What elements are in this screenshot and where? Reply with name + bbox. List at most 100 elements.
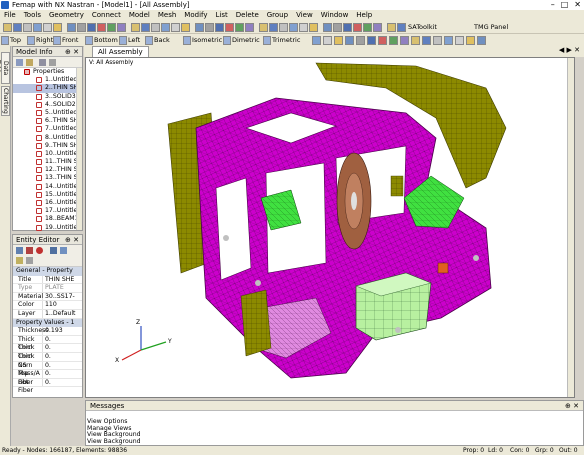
toolbar-icon[interactable] <box>43 23 52 32</box>
tree-item-property[interactable]: 10..Untitlec <box>13 150 82 158</box>
tree-item-property[interactable]: 14..Untitlec <box>13 183 82 191</box>
entity-row[interactable]: Thick Corn 0. <box>13 335 82 351</box>
menu-help[interactable]: Help <box>356 10 372 21</box>
entity-row[interactable]: Thick Corn 0. <box>13 344 82 360</box>
menu-connect[interactable]: Connect <box>92 10 121 21</box>
toolbar-icon[interactable] <box>343 23 352 32</box>
toolbar-icon[interactable] <box>466 36 475 45</box>
toolbar-icon[interactable] <box>13 23 22 32</box>
toolbar-icon[interactable] <box>378 36 387 45</box>
model-info-tool-icon[interactable] <box>49 59 56 66</box>
tree-item-property[interactable]: 3..SOLID3 <box>13 93 82 101</box>
toolbar-icon[interactable] <box>400 36 409 45</box>
toolbar-icon[interactable] <box>195 23 204 32</box>
model-info-tool-icon[interactable] <box>26 59 33 66</box>
entity-tool-icon[interactable] <box>36 247 43 254</box>
toolbar-icon[interactable] <box>225 23 234 32</box>
toolbar-icon[interactable] <box>161 23 170 32</box>
menu-model[interactable]: Model <box>129 10 150 21</box>
entity-row-value[interactable]: 0. <box>43 370 82 378</box>
tree-item-property[interactable]: 9..THIN SH <box>13 142 82 150</box>
toolbar-icon[interactable] <box>444 36 453 45</box>
menu-list[interactable]: List <box>216 10 228 21</box>
entity-row[interactable]: Thickness 0.193 <box>13 327 82 336</box>
menu-view[interactable]: View <box>296 10 313 21</box>
entity-row[interactable]: Type PLATE <box>13 284 82 293</box>
tree-item-property[interactable]: 4..SOLID2 <box>13 101 82 109</box>
toolbar-icon[interactable] <box>309 23 318 32</box>
model-info-tool-icon[interactable] <box>39 59 46 66</box>
close-icon[interactable]: ✕ <box>574 0 581 10</box>
entity-row-value[interactable]: 30..SS17- <box>43 293 82 301</box>
tree-item-property[interactable]: 11..THIN S <box>13 158 82 166</box>
tree-item-property[interactable]: 18..BEAM1 <box>13 215 82 223</box>
toolbar-icon[interactable] <box>97 23 106 32</box>
entity-tool-icon[interactable] <box>26 257 33 264</box>
tmg-panel-button[interactable]: TMG Panel <box>474 22 508 33</box>
tree-item-property[interactable]: 8..Untitled <box>13 134 82 142</box>
toolbar-icon[interactable] <box>259 23 268 32</box>
entity-section-header[interactable]: General - Property <box>13 267 82 276</box>
toolbar-icon[interactable] <box>477 36 486 45</box>
toolbar-icon[interactable] <box>333 23 342 32</box>
tree-item-property[interactable]: 7..Untitled <box>13 125 82 133</box>
tree-scrollbar[interactable] <box>76 68 82 230</box>
entity-row[interactable]: Material 30..SS17- <box>13 292 82 302</box>
toolbar-icon[interactable] <box>323 36 332 45</box>
entity-tool-icon[interactable] <box>50 247 57 254</box>
tree-item-property[interactable]: 1..Untitled <box>13 76 82 84</box>
toolbar-icon[interactable] <box>245 23 254 32</box>
entity-row[interactable]: Title THIN SHE <box>13 275 82 285</box>
entity-tool-icon[interactable] <box>60 247 67 254</box>
entity-row-value[interactable]: 0. <box>43 344 82 352</box>
toolbar-icon[interactable] <box>312 36 321 45</box>
toolbar-icon[interactable] <box>356 36 365 45</box>
tree-item-property[interactable]: 19..Untitlec <box>13 224 82 232</box>
entity-row-value[interactable]: 1..Default <box>43 310 82 318</box>
entity-row-value[interactable]: 0. <box>43 353 82 361</box>
entity-section-header[interactable]: Property Values - 1 <box>13 318 82 328</box>
toolbar-icon[interactable] <box>77 23 86 32</box>
menu-geometry[interactable]: Geometry <box>49 10 84 21</box>
entity-row-value[interactable]: 0. <box>43 362 82 370</box>
toolbar-icon[interactable] <box>373 23 382 32</box>
toolbar-icon[interactable] <box>345 36 354 45</box>
toolbar-icon[interactable] <box>33 23 42 32</box>
side-tab-data-table[interactable]: Data Table <box>0 52 10 84</box>
view-dimetric-button[interactable]: Dimetric <box>232 35 260 46</box>
toolbar-icon[interactable] <box>279 23 288 32</box>
toolbar-icon[interactable] <box>433 36 442 45</box>
menu-file[interactable]: File <box>4 10 16 21</box>
satoolkit-button[interactable]: SAToolkit <box>408 22 437 33</box>
tree-root-properties[interactable]: Properties <box>13 68 82 76</box>
menu-delete[interactable]: Delete <box>236 10 259 21</box>
toolbar-icon[interactable] <box>367 36 376 45</box>
view-trimetric-button[interactable]: Trimetric <box>272 35 300 46</box>
entity-tool-icon[interactable] <box>16 247 23 254</box>
entity-row[interactable]: Layer 1..Default <box>13 309 82 319</box>
panel-pin-close-icon[interactable]: ⊕ ✕ <box>65 47 79 57</box>
toolbar-icon[interactable] <box>397 23 406 32</box>
view-scrollbar[interactable] <box>567 58 574 397</box>
menu-mesh[interactable]: Mesh <box>158 10 176 21</box>
menu-window[interactable]: Window <box>321 10 349 21</box>
toolbar-icon[interactable] <box>334 36 343 45</box>
tree-item-property[interactable]: 13..THIN S <box>13 174 82 182</box>
tree-item-property[interactable]: 17..Untitlec <box>13 207 82 215</box>
tree-item-property[interactable]: 12..THIN S <box>13 166 82 174</box>
tree-item-property[interactable]: 6..THIN SH <box>13 117 82 125</box>
tree-item-property[interactable]: 5..Untitled <box>13 109 82 117</box>
tree-item-property[interactable]: 2..THIN SH <box>13 84 82 93</box>
entity-tool-icon[interactable] <box>26 247 33 254</box>
toolbar-icon[interactable] <box>23 23 32 32</box>
entity-row[interactable]: Color 110 <box>13 301 82 310</box>
graphics-view[interactable]: V: All Assembly Z Y X <box>85 57 575 398</box>
toolbar-icon[interactable] <box>181 23 190 32</box>
entity-tool-icon[interactable] <box>16 257 23 264</box>
view-isometric-button[interactable]: Isometric <box>192 35 222 46</box>
view-front-button[interactable]: Front <box>62 35 78 46</box>
tree-item-property[interactable]: 15..Untitlec <box>13 191 82 199</box>
menu-modify[interactable]: Modify <box>184 10 207 21</box>
entity-row-value[interactable]: PLATE <box>43 284 82 292</box>
view-back-button[interactable]: Back <box>154 35 170 46</box>
